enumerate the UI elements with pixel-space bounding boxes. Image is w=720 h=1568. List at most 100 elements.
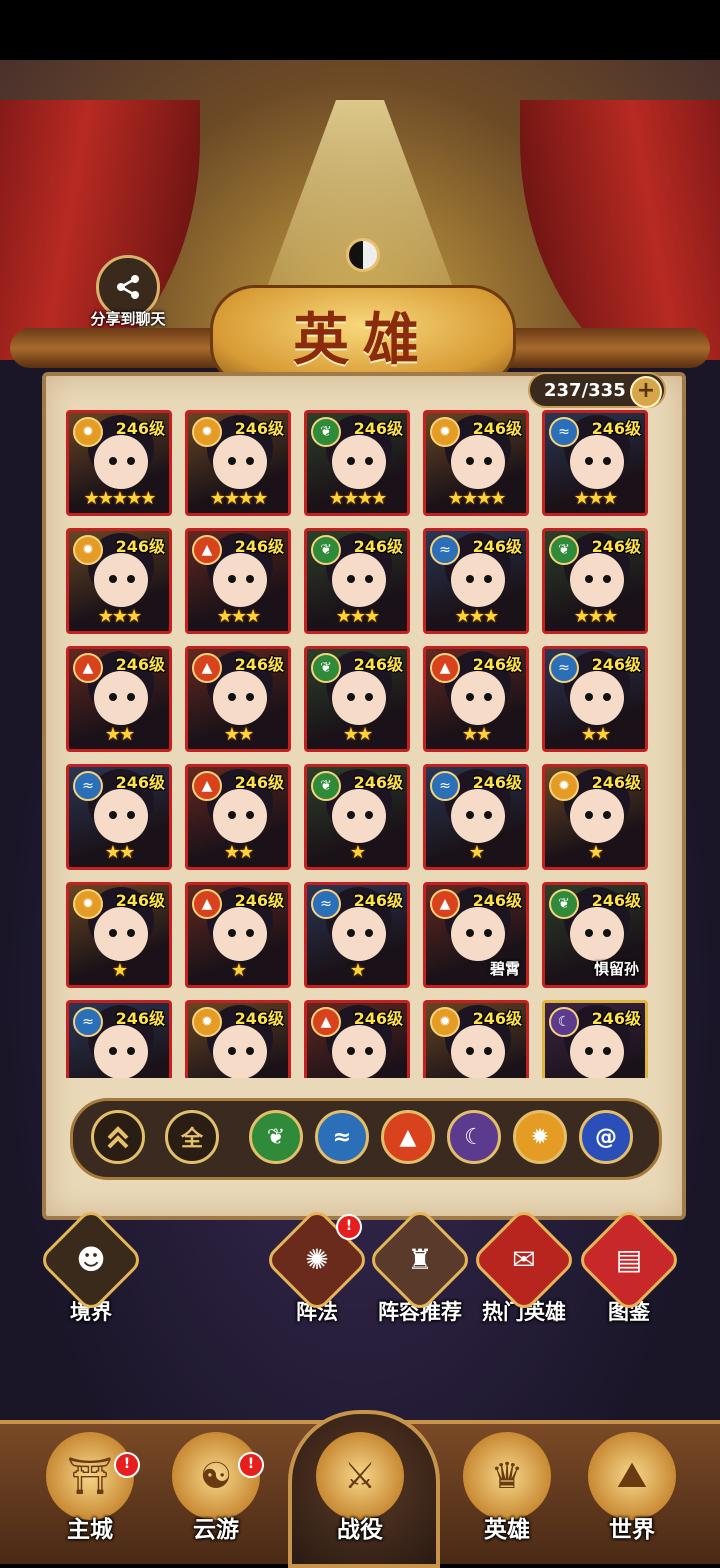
filter-water-button[interactable]: ≈ [315,1110,369,1164]
hero-card[interactable]: ❦ 246级 ★★★ [542,528,648,634]
element-light-icon: ✹ [430,1007,460,1037]
hero-card[interactable]: ❦ 246级 ★★★★ [304,410,410,516]
hero-grid-viewport[interactable]: ✹ 246级 ★★★★★ ✹ 246级 ★★★★ ❦ 246级 ★★★★ ✹ 246级 ★★★★ ≈24… [66,410,656,1078]
hero-eye [246,575,254,583]
hero-card[interactable]: ❦ 246级 ★★★ [304,528,410,634]
nav-world[interactable]: ⛰ 世界 [572,1432,692,1544]
hero-eye [585,575,593,583]
hero-eye [365,457,373,465]
hero-stars: ★★★ [454,606,499,627]
hero-eye [466,457,474,465]
nav-hero[interactable]: ♛ 英雄 [447,1432,567,1544]
hero-card[interactable]: ≈246级 ★★★ [423,528,529,634]
hero-grid: ✹ 246级 ★★★★★ ✹ 246级 ★★★★ ❦ 246级 ★★★★ ✹ 246级 ★★★★ ≈24… [66,410,656,1078]
filter-wood-button[interactable]: ❦ [249,1110,303,1164]
hero-face [213,907,267,961]
vortex-icon: @ [595,1124,617,1150]
share-icon [117,275,139,299]
hero-eye [484,457,492,465]
hero-face [332,907,386,961]
nav-hero-label: 英雄 [484,1517,530,1543]
page-title: 英雄 [293,307,433,373]
hero-card[interactable]: ✹ 246级 ★★★★ [185,410,291,516]
hero-card[interactable]: ❦ 246级 ★ [304,764,410,870]
hero-stars: ★★★ [335,606,380,627]
hero-eye [109,929,117,937]
hero-eye [603,575,611,583]
filter-fire-button[interactable]: ▲ [381,1110,435,1164]
hero-card[interactable]: ✹ 246级 ★★★ [66,528,172,634]
element-wood-icon: ❦ [311,653,341,683]
hero-card[interactable]: ▲ 246级 碧霄 [423,882,529,988]
hero-card[interactable]: ▲ 246级 ★★ [423,646,529,752]
hero-eye [585,693,593,701]
hero-stars: ★★★ [573,606,618,627]
hero-card[interactable]: ≈246级 ★ [423,764,529,870]
nav-city-label: 主城 [67,1517,113,1543]
element-fire-icon: ▲ [73,653,103,683]
hero-face [570,907,624,961]
hero-card[interactable]: ▲ 246级 ★★ [185,646,291,752]
hero-card[interactable]: ≈246级 [66,1000,172,1078]
hero-eye [246,811,254,819]
hero-stars: ★★ [104,842,135,863]
hero-card[interactable]: ▲ 246级 ★★★ [185,528,291,634]
hero-card[interactable]: ▲ 246级 ★★ [66,646,172,752]
hero-level: 246级 [591,773,641,792]
hero-eye [127,457,135,465]
hero-face [451,435,505,489]
hero-eye [466,929,474,937]
hero-card[interactable]: ❦ 246级 ★★ [304,646,410,752]
share-label: 分享到聊天 [90,310,166,328]
collapse-up-button[interactable] [91,1110,145,1164]
hero-card[interactable]: ▲ 246级 [304,1000,410,1078]
hero-level: 246级 [234,891,284,910]
hero-card[interactable]: ✹ 246级 ★ [542,764,648,870]
hero-face [213,671,267,725]
hero-stars: ★★★★ [209,488,269,509]
expand-capacity-button[interactable]: + [630,376,662,408]
filter-dark-button[interactable]: ☾ [447,1110,501,1164]
helmet-icon: ♛ [463,1432,551,1520]
nav-travel[interactable]: ☯ 云游 [156,1432,276,1544]
hero-level: 246级 [115,537,165,556]
lineup-recommend-button[interactable]: ♜ 阵容推荐 [365,1206,475,1326]
hero-level: 246级 [591,537,641,556]
codex-button[interactable]: ▤ 图鉴 [574,1206,684,1326]
hero-level: 246级 [115,891,165,910]
hero-card[interactable]: ≈246级 ★ [304,882,410,988]
nav-battle[interactable]: ⚔ 战役 [300,1432,420,1544]
hero-face [451,671,505,725]
hero-face [332,553,386,607]
hero-level: 246级 [472,773,522,792]
hero-card[interactable]: ≈246级 ★★ [66,764,172,870]
hero-card[interactable]: ▲ 246级 ★ [185,882,291,988]
nav-battle-label: 战役 [337,1517,383,1543]
hero-card[interactable]: ✹ 246级 ★★★★ [423,410,529,516]
hero-face [332,435,386,489]
leaf-icon: ❦ [266,1124,286,1150]
hero-card[interactable]: ≈246级 ★★★ [542,410,648,516]
hero-card[interactable]: ❦ 246级 惧留孙 [542,882,648,988]
hero-stars: ★★★★ [447,488,507,509]
hero-eye [246,1047,254,1055]
hero-card[interactable]: ✹ 246级 [185,1000,291,1078]
hero-stars: ★★ [580,724,611,745]
hero-card[interactable]: ▲ 246级 ★★ [185,764,291,870]
filter-all-button[interactable]: 全 [165,1110,219,1164]
nav-city[interactable]: ⛩ 主城 [30,1432,150,1544]
hero-card[interactable]: ☾ 246级 [542,1000,648,1078]
hero-card[interactable]: ✹ 246级 ★ [66,882,172,988]
moon-icon: ☾ [464,1124,484,1150]
hot-heroes-button[interactable]: ✉ 热门英雄 [469,1206,579,1326]
hero-card[interactable]: ✹ 246级 [423,1000,529,1078]
filter-vortex-button[interactable]: @ [579,1110,633,1164]
element-water-icon: ≈ [73,771,103,801]
hero-eye [585,457,593,465]
hero-eye [484,693,492,701]
hero-card[interactable]: ✹ 246级 ★★★★★ [66,410,172,516]
hero-eye [228,457,236,465]
hero-card[interactable]: ≈246级 ★★ [542,646,648,752]
filter-light-button[interactable]: ✹ [513,1110,567,1164]
realm-button[interactable]: ☻ 境界 [36,1206,146,1326]
